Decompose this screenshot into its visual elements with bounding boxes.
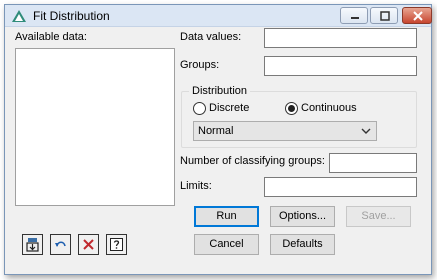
save-button[interactable]: Save... xyxy=(346,206,411,227)
minimize-icon xyxy=(351,17,359,19)
cancel-button[interactable]: Cancel xyxy=(194,234,259,255)
app-icon xyxy=(12,10,26,22)
maximize-icon xyxy=(380,11,390,21)
title-bar: Fit Distribution xyxy=(5,5,432,27)
distribution-select[interactable]: Normal xyxy=(193,121,377,141)
help-button[interactable] xyxy=(106,234,127,255)
num-classifying-input[interactable] xyxy=(329,153,417,173)
available-data-list[interactable] xyxy=(15,48,175,206)
transfer-button[interactable] xyxy=(22,234,43,255)
close-icon xyxy=(413,11,423,21)
clear-button[interactable] xyxy=(78,234,99,255)
data-values-input[interactable] xyxy=(264,28,417,48)
help-icon xyxy=(110,238,123,251)
clear-icon xyxy=(83,239,94,250)
options-button[interactable]: Options... xyxy=(270,206,335,227)
fit-distribution-dialog: Fit Distribution Available data: Data va… xyxy=(4,4,432,275)
undo-button[interactable] xyxy=(50,234,71,255)
groups-label: Groups: xyxy=(180,59,220,71)
undo-icon xyxy=(55,241,66,247)
continuous-radio[interactable] xyxy=(285,102,298,115)
chevron-down-icon xyxy=(361,128,371,134)
minimize-button[interactable] xyxy=(340,7,368,24)
discrete-radio[interactable] xyxy=(193,102,206,115)
transfer-icon xyxy=(26,238,39,252)
discrete-label[interactable]: Discrete xyxy=(209,102,249,114)
groups-input[interactable] xyxy=(264,56,417,76)
distribution-group-title: Distribution xyxy=(189,85,251,97)
defaults-button[interactable]: Defaults xyxy=(270,234,335,255)
num-classifying-label: Number of classifying groups: xyxy=(180,155,325,167)
run-button[interactable]: Run xyxy=(194,206,259,227)
limits-label: Limits: xyxy=(180,180,212,192)
available-data-label: Available data: xyxy=(15,31,87,43)
distribution-select-value: Normal xyxy=(198,125,234,137)
data-values-label: Data values: xyxy=(180,31,242,43)
maximize-button[interactable] xyxy=(370,7,398,24)
limits-input[interactable] xyxy=(264,177,417,197)
close-button[interactable] xyxy=(402,7,432,24)
continuous-label[interactable]: Continuous xyxy=(301,102,357,114)
radio-selected-dot xyxy=(288,105,295,112)
window-title: Fit Distribution xyxy=(33,9,110,23)
